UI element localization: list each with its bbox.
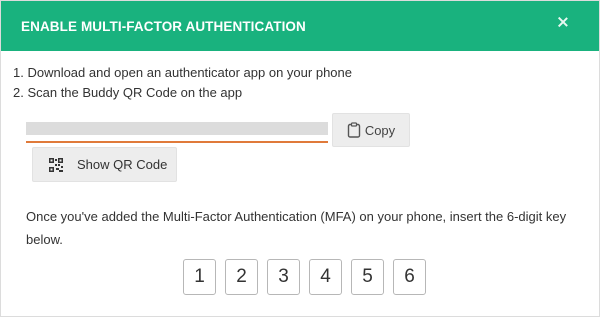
secret-key-masked — [26, 122, 328, 135]
copy-button[interactable]: Copy — [332, 113, 410, 147]
close-icon[interactable] — [555, 15, 571, 31]
dialog-header: ENABLE MULTI-FACTOR AUTHENTICATION — [1, 1, 599, 51]
secret-key-underline — [26, 141, 328, 143]
code-digit-4[interactable]: 4 — [309, 259, 342, 295]
qr-code-icon — [49, 157, 63, 172]
clipboard-icon — [347, 122, 361, 138]
code-digit-1[interactable]: 1 — [183, 259, 216, 295]
mfa-dialog: ENABLE MULTI-FACTOR AUTHENTICATION 1. Do… — [0, 0, 600, 317]
show-qr-code-button[interactable]: Show QR Code — [32, 147, 177, 182]
code-digit-6[interactable]: 6 — [393, 259, 426, 295]
mfa-instruction-text: Once you've added the Multi-Factor Authe… — [26, 209, 567, 247]
code-digit-3[interactable]: 3 — [267, 259, 300, 295]
code-digit-5[interactable]: 5 — [351, 259, 384, 295]
secret-key-row: Copy — [26, 113, 410, 147]
steps-list: 1. Download and open an authenticator ap… — [13, 63, 352, 103]
step-scan: 2. Scan the Buddy QR Code on the app — [13, 85, 243, 100]
step-download: 1. Download and open an authenticator ap… — [13, 65, 352, 80]
code-digit-inputs: 1 2 3 4 5 6 — [183, 259, 426, 295]
copy-button-label: Copy — [364, 122, 396, 138]
show-qr-code-label: Show QR Code — [77, 157, 168, 172]
dialog-title: ENABLE MULTI-FACTOR AUTHENTICATION — [21, 18, 306, 34]
secret-key-field[interactable] — [26, 113, 328, 143]
code-digit-2[interactable]: 2 — [225, 259, 258, 295]
